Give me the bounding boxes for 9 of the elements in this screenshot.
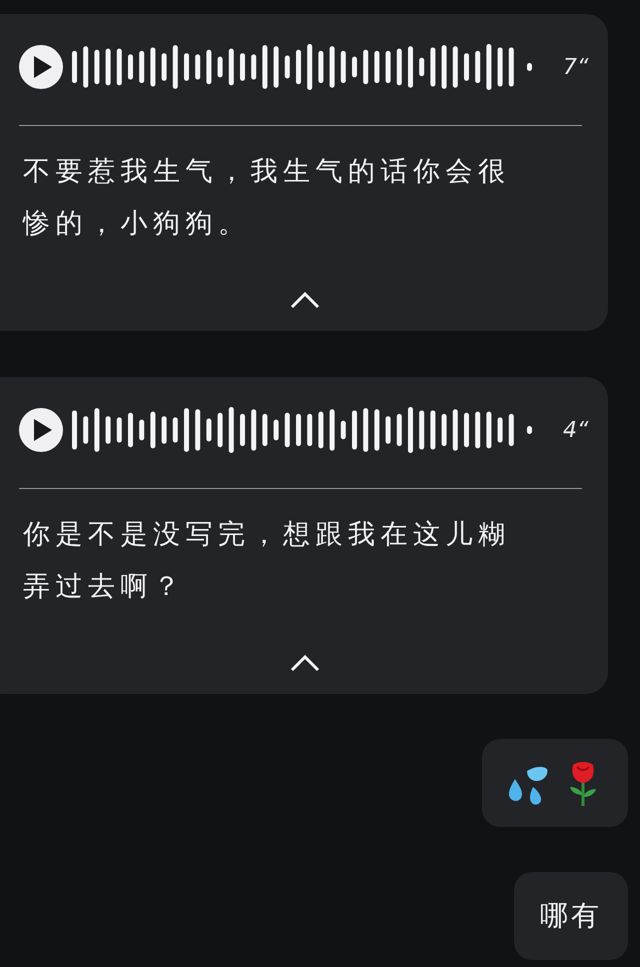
- play-icon[interactable]: [19, 408, 63, 452]
- message-bubble: 哪有: [514, 872, 628, 960]
- duration-label: 7“: [563, 54, 588, 80]
- play-icon[interactable]: [19, 45, 63, 89]
- chevron-up-icon[interactable]: [290, 654, 320, 672]
- transcript-text: 你是不是没写完，想跟我在这儿糊 弄过去啊？: [23, 518, 512, 604]
- chevron-up-icon[interactable]: [290, 291, 320, 309]
- transcript-text: 不要惹我生气，我生气的话你会很 惨的，小狗狗。: [23, 155, 512, 241]
- duration-label: 4“: [563, 418, 588, 442]
